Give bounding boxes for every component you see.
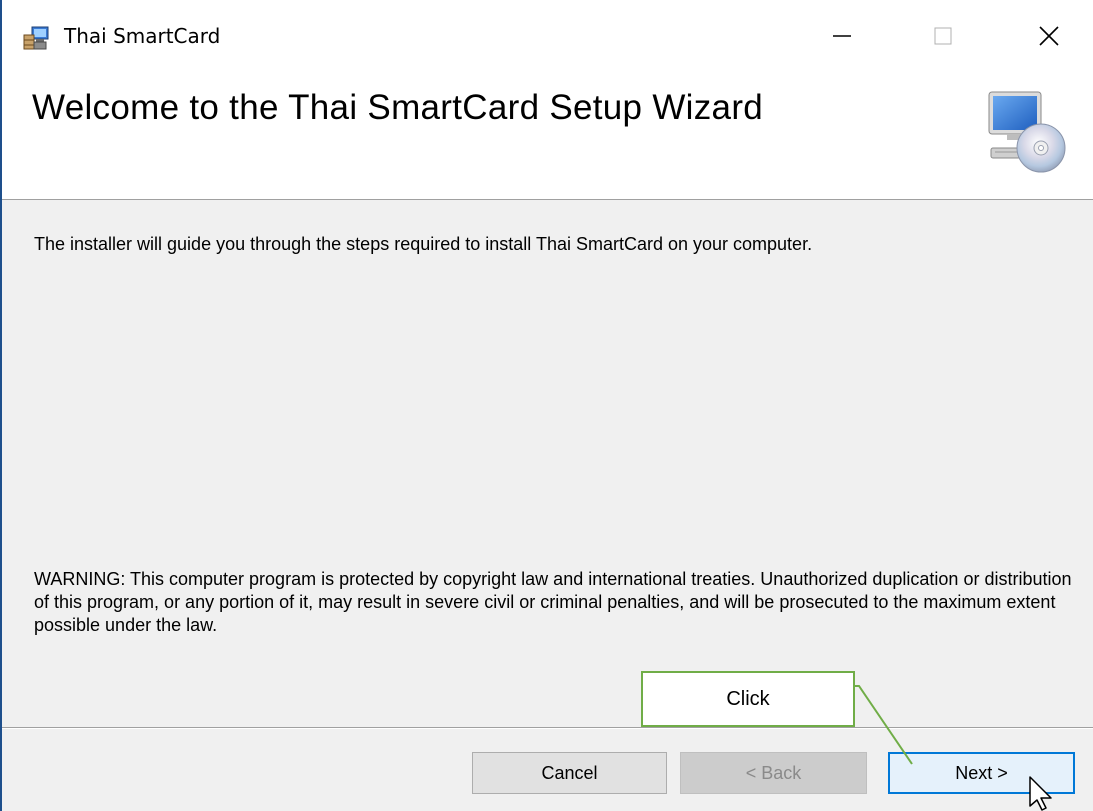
click-callout: Click [641, 671, 855, 727]
back-button[interactable]: < Back [680, 752, 867, 794]
title-bar[interactable]: Thai SmartCard [2, 0, 1093, 76]
callout-label: Click [726, 687, 770, 710]
minimize-button[interactable] [819, 14, 865, 58]
installer-window: Thai SmartCard Welcome to the Thai Smart… [0, 0, 1093, 811]
wizard-title: Welcome to the Thai SmartCard Setup Wiza… [32, 88, 764, 127]
mouse-pointer-icon [1029, 776, 1052, 811]
cancel-button[interactable]: Cancel [472, 752, 667, 794]
minimize-icon [833, 35, 851, 37]
close-icon [1039, 26, 1059, 46]
maximize-icon [934, 27, 952, 45]
maximize-button[interactable] [920, 14, 966, 58]
computer-cd-icon [988, 91, 1066, 173]
wizard-banner: Welcome to the Thai SmartCard Setup Wiza… [2, 76, 1093, 200]
window-title: Thai SmartCard [64, 24, 221, 48]
footer-divider [2, 727, 1093, 729]
close-button[interactable] [1026, 14, 1072, 58]
copyright-warning: WARNING: This computer program is protec… [34, 569, 1072, 635]
intro-text: The installer will guide you through the… [34, 234, 813, 254]
installer-app-icon [23, 26, 49, 50]
